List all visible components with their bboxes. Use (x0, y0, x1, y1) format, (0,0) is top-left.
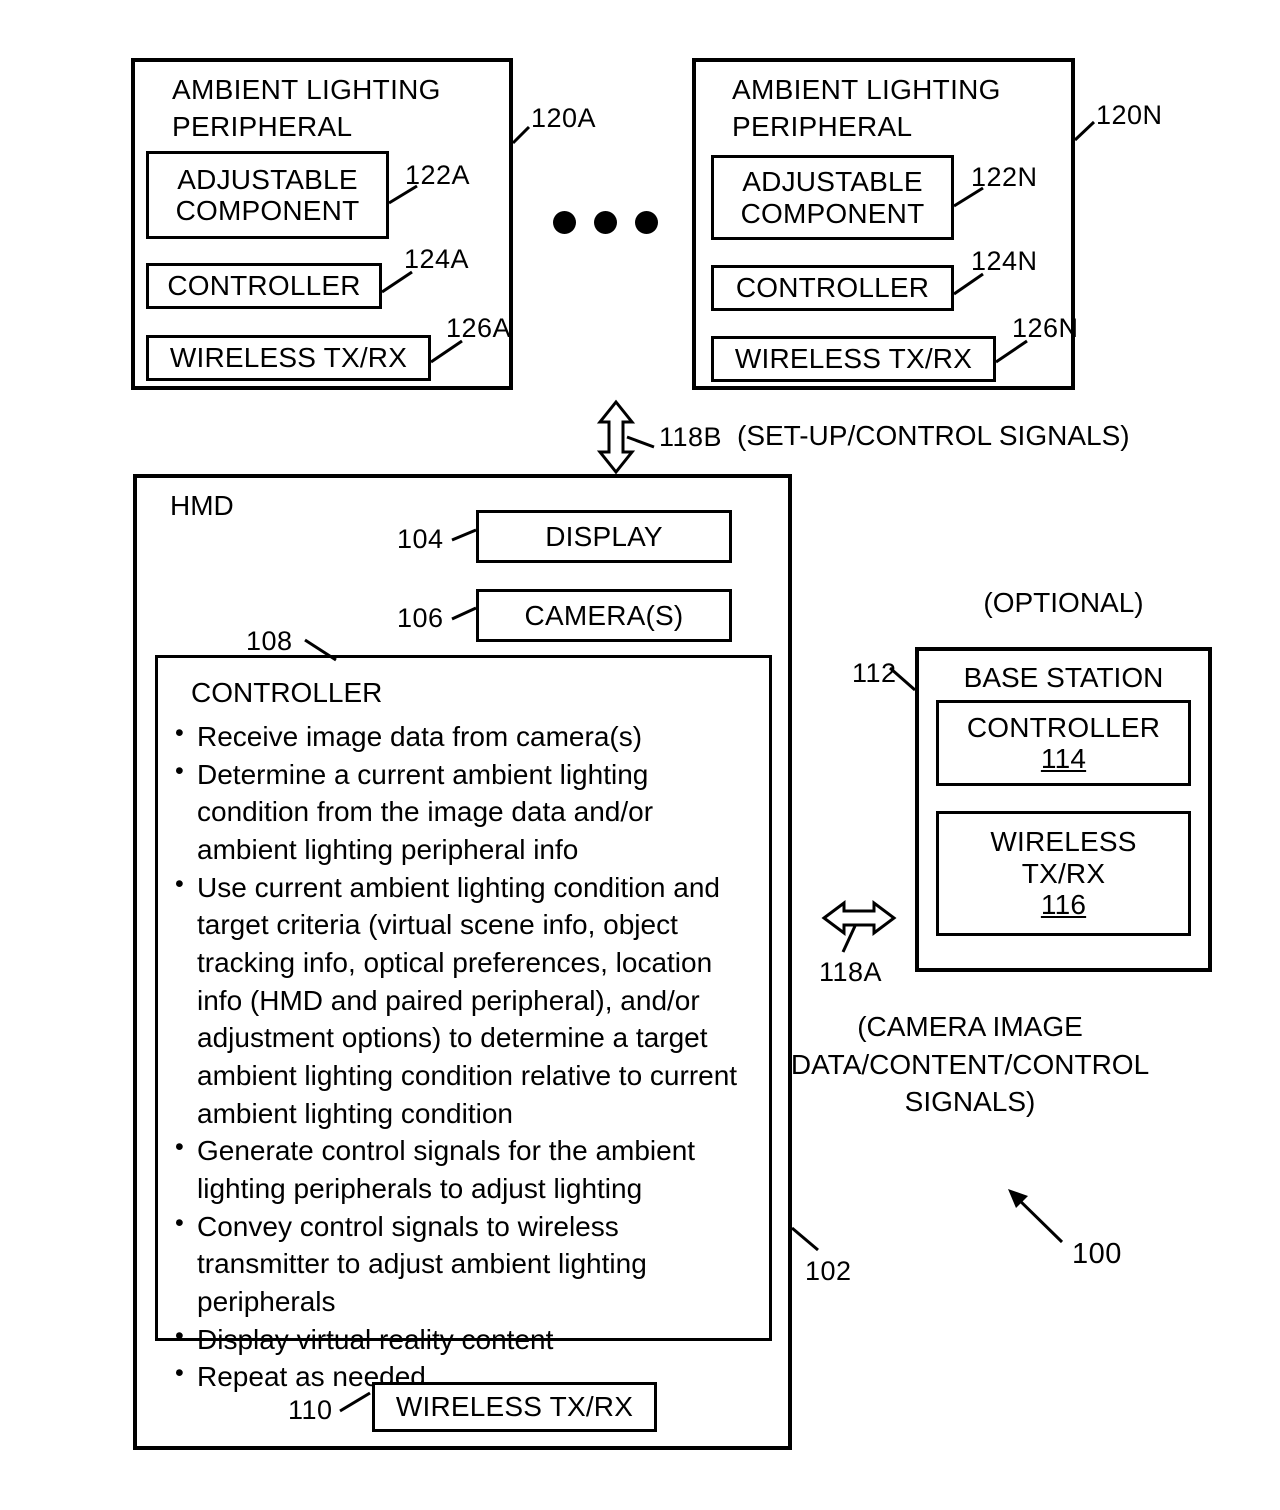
peripheral-n-adjustable-component: ADJUSTABLE COMPONENT (711, 155, 954, 240)
peripheral-n-wireless-txrx: WIRELESS TX/RX (711, 336, 996, 382)
list-item: Display virtual reality content (175, 1320, 755, 1359)
list-item: Receive image data from camera(s) (175, 717, 755, 756)
ref-120n: 120N (1096, 100, 1163, 130)
ref-124a: 124A (404, 244, 470, 274)
patent-figure: AMBIENT LIGHTING PERIPHERAL ADJUSTABLE C… (0, 0, 1280, 1510)
hmd-wireless-txrx: WIRELESS TX/RX (372, 1382, 657, 1432)
peripheral-a-wireless-txrx: WIRELESS TX/RX (146, 335, 431, 381)
hmd-cameras: CAMERA(S) (476, 589, 732, 642)
base-station-wireless-txrx: WIRELESS TX/RX 116 (936, 811, 1191, 936)
ref-108: 108 (246, 626, 293, 656)
base-station-controller: CONTROLLER 114 (936, 700, 1191, 786)
list-item: Convey control signals to wireless trans… (175, 1207, 755, 1321)
peripheral-a-title: AMBIENT LIGHTING PERIPHERAL (172, 74, 441, 142)
ref-126a: 126A (446, 313, 512, 343)
ellipsis-between-peripherals (553, 211, 658, 234)
list-item: Use current ambient lighting condition a… (175, 868, 755, 1133)
hmd-controller-bullet-list: Receive image data from camera(s) Determ… (175, 717, 755, 1396)
ref-126n: 126N (1012, 313, 1079, 343)
ref-104: 104 (397, 524, 444, 554)
ref-124n: 124N (971, 246, 1038, 276)
link-118a-caption: (CAMERA IMAGE DATA/CONTENT/CONTROL SIGNA… (790, 1011, 1150, 1118)
ellipsis-dot (553, 211, 576, 234)
ref-106: 106 (397, 603, 444, 633)
ref-120a: 120A (531, 103, 597, 133)
hmd-display: DISPLAY (476, 510, 732, 563)
list-item: Generate control signals for the ambient… (175, 1131, 755, 1207)
ref-118a: 118A (819, 957, 883, 987)
peripheral-n-title: AMBIENT LIGHTING PERIPHERAL (732, 74, 1001, 142)
base-station-optional-label: (OPTIONAL) (983, 587, 1144, 618)
peripheral-n-controller: CONTROLLER (711, 265, 954, 311)
ref-102: 102 (805, 1256, 852, 1286)
ref-110: 110 (288, 1395, 333, 1425)
ref-114: 114 (1040, 743, 1087, 774)
base-station-controller-label: CONTROLLER (966, 711, 1161, 743)
hmd-controller-title: CONTROLLER (191, 677, 383, 708)
link-118b-caption: (SET-UP/CONTROL SIGNALS) (737, 420, 1130, 451)
ref-122a: 122A (405, 160, 471, 190)
base-station-wireless-label: WIRELESS TX/RX (990, 826, 1137, 889)
peripheral-a-adjustable-component: ADJUSTABLE COMPONENT (146, 151, 389, 239)
ellipsis-dot (594, 211, 617, 234)
ref-122n: 122N (971, 162, 1038, 192)
hmd-title: HMD (170, 490, 234, 521)
ref-112: 112 (852, 658, 897, 688)
peripheral-a-controller: CONTROLLER (146, 263, 382, 309)
base-station-title: BASE STATION (963, 662, 1164, 693)
ellipsis-dot (635, 211, 658, 234)
ref-116: 116 (1040, 889, 1087, 921)
list-item: Determine a current ambient lighting con… (175, 755, 755, 869)
ref-100: 100 (1072, 1238, 1122, 1270)
ref-118b: 118B (659, 422, 723, 452)
